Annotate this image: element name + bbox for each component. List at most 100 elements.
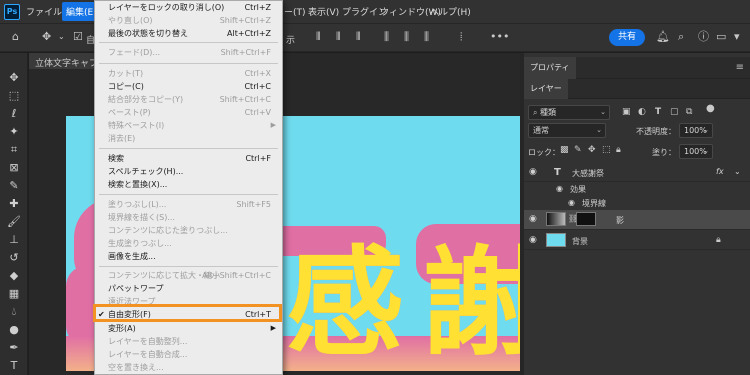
chevron-down-icon[interactable]: ⌄ <box>734 167 741 176</box>
menu-item-stroke[interactable]: 境界線を描く(S)... <box>95 211 282 224</box>
lock-all-icon[interactable]: 🔒︎ <box>616 145 621 155</box>
layer-thumbnail <box>546 233 566 247</box>
layer-effect-item-row[interactable]: ◉ 境界線 <box>524 196 750 210</box>
fill-label: 塗り： <box>652 148 676 157</box>
menu-item-copy-merged[interactable]: 結合部分をコピー(Y) Shift+Ctrl+C <box>95 93 282 106</box>
align-middle-icon[interactable]: ⫼ <box>404 31 409 43</box>
share-button[interactable]: 共有 <box>609 29 645 46</box>
search-icon[interactable]: ⌕ <box>678 31 684 43</box>
move-tool-icon[interactable]: ✥ <box>7 71 21 85</box>
workspace-icon[interactable]: ▭ <box>716 31 726 43</box>
eraser-tool-icon[interactable]: ◆ <box>7 269 21 283</box>
menu-item-paste-special[interactable]: 特殊ペースト(I) ▶ <box>95 119 282 132</box>
filter-shape-icon[interactable]: ▢ <box>670 107 679 117</box>
bell-icon[interactable]: 🔔︎ <box>656 31 670 43</box>
layer-row-selected[interactable]: ◉ ⛓ 影 <box>524 210 750 230</box>
blend-mode-select[interactable]: 通常 ⌄ <box>528 123 606 138</box>
menu-item-redo[interactable]: やり直し(O) Shift+Ctrl+Z <box>95 14 282 27</box>
panels-icon[interactable]: ▾ <box>734 31 740 43</box>
lock-artboard-icon[interactable]: ⬚ <box>602 145 611 155</box>
frame-tool-icon[interactable]: ⊠ <box>7 161 21 175</box>
menu-item-content-aware-fill[interactable]: コンテンツに応じた塗りつぶし... <box>95 224 282 237</box>
healing-brush-tool-icon[interactable]: ✚ <box>7 197 21 211</box>
menu-item-transform[interactable]: 変形(A) ▶ <box>95 322 282 335</box>
lock-image-icon[interactable]: ✎ <box>574 145 582 155</box>
menu-item-undo[interactable]: レイヤーをロックの取り消し(O) Ctrl+Z <box>95 1 282 14</box>
gradient-tool-icon[interactable]: ▦ <box>7 287 21 301</box>
menu-item-fade[interactable]: フェード(D)... Shift+Ctrl+F <box>95 46 282 59</box>
chevron-down-icon: ⌄ <box>596 126 602 134</box>
layer-name: 影 <box>616 216 624 225</box>
menu-item-copy[interactable]: コピー(C) Ctrl+C <box>95 80 282 93</box>
filter-smart-object-icon[interactable]: ⧉ <box>686 107 692 117</box>
type-tool-icon[interactable]: T <box>7 359 21 373</box>
eyedropper-tool-icon[interactable]: ✎ <box>7 179 21 193</box>
filter-adjustment-icon[interactable]: ◐ <box>638 107 646 117</box>
tab-layers[interactable]: レイヤー <box>524 79 568 99</box>
menu-item-puppet-warp[interactable]: パペットワープ <box>95 282 282 295</box>
align-right-icon[interactable]: ⫴ <box>356 31 361 43</box>
chevron-down-icon[interactable]: ⌄ <box>58 31 65 43</box>
menu-item-toggle-last-state[interactable]: 最後の状態を切り替え Alt+Ctrl+Z <box>95 27 282 40</box>
pen-tool-icon[interactable]: ✒ <box>7 341 21 355</box>
align-top-icon[interactable]: ⫼ <box>384 31 389 43</box>
panel-menu-icon[interactable]: ≡ <box>736 62 744 73</box>
align-left-icon[interactable]: ⫴ <box>316 31 321 43</box>
right-panels: プロパティ ≡ レイヤー ⌕ 種類 ⌄ ▣ ◐ T ▢ ⧉ ● 通常 ⌄ 不透明… <box>524 53 750 375</box>
marquee-tool-icon[interactable]: ⬚ <box>7 89 21 103</box>
blur-tool-icon[interactable]: 💧︎ <box>7 305 21 319</box>
menu-item-auto-align-layers[interactable]: レイヤーを自動整列... <box>95 335 282 348</box>
menu-item-fill[interactable]: 塗りつぶし(L)... Shift+F5 <box>95 198 282 211</box>
lock-transparent-icon[interactable]: ▩ <box>560 145 569 155</box>
layer-row[interactable]: ◉ T 大感謝祭 fx ⌄ <box>524 163 750 182</box>
menu-item-generative-fill[interactable]: 生成塗りつぶし... <box>95 237 282 250</box>
menu-item-paste[interactable]: ペースト(P) Ctrl+V <box>95 106 282 119</box>
eye-icon[interactable]: ◉ <box>556 184 563 193</box>
lock-position-icon[interactable]: ✥ <box>588 145 596 155</box>
layer-effect-item-name: 境界線 <box>582 199 606 208</box>
brush-tool-icon[interactable]: 🖌︎ <box>7 215 21 229</box>
home-icon[interactable]: ⌂ <box>12 31 19 43</box>
menu-item-find-replace[interactable]: 検索と置換(X)... <box>95 178 282 191</box>
filter-pixel-icon[interactable]: ▣ <box>622 107 631 117</box>
menu-type[interactable]: ー(T) <box>284 5 306 18</box>
align-bottom-icon[interactable]: ⫼ <box>424 31 429 43</box>
align-center-icon[interactable]: ⫴ <box>336 31 341 43</box>
eye-icon[interactable]: ◉ <box>529 214 537 224</box>
lasso-tool-icon[interactable]: ℓ <box>7 107 21 121</box>
opacity-field[interactable]: 100% ⌄ <box>679 123 713 138</box>
distribute-icon[interactable]: ⦙ <box>460 31 462 43</box>
tab-properties[interactable]: プロパティ <box>524 57 576 79</box>
menu-item-auto-blend-layers[interactable]: レイヤーを自動合成... <box>95 348 282 361</box>
dodge-tool-icon[interactable]: ● <box>7 323 21 337</box>
filter-type-icon[interactable]: T <box>655 107 661 117</box>
menu-view[interactable]: 表示(V) <box>308 5 339 18</box>
stamp-tool-icon[interactable]: ⊥ <box>7 233 21 247</box>
crop-tool-icon[interactable]: ⌗ <box>7 143 21 157</box>
menu-item-spell-check[interactable]: スペルチェック(H)... <box>95 165 282 178</box>
layer-effects-row[interactable]: ◉ 効果 <box>524 182 750 196</box>
menu-help[interactable]: ヘルプ(H) <box>430 5 471 18</box>
layer-filter-select[interactable]: ⌕ 種類 ⌄ <box>528 105 610 120</box>
eye-icon[interactable]: ◉ <box>529 167 537 177</box>
magic-wand-tool-icon[interactable]: ✦ <box>7 125 21 139</box>
fill-field[interactable]: 100% ⌄ <box>679 144 713 159</box>
history-brush-tool-icon[interactable]: ↺ <box>7 251 21 265</box>
menu-separator <box>99 148 278 149</box>
filter-toggle-icon[interactable]: ● <box>706 103 715 114</box>
menu-item-sky-replacement[interactable]: 空を置き換え... <box>95 361 282 374</box>
checkbox-icon[interactable]: ☑ <box>73 31 83 43</box>
more-icon[interactable]: ••• <box>490 31 509 43</box>
blend-mode-value: 通常 <box>533 126 549 135</box>
eye-icon[interactable]: ◉ <box>529 235 537 245</box>
move-icon[interactable]: ✥ <box>42 31 51 43</box>
menu-item-clear[interactable]: 消去(E) <box>95 132 282 145</box>
menu-item-cut[interactable]: カット(T) Ctrl+X <box>95 67 282 80</box>
menu-item-search[interactable]: 検索 Ctrl+F <box>95 152 282 165</box>
layer-row[interactable]: ◉ 背景 🔒︎ <box>524 231 750 250</box>
menu-item-content-aware-scale[interactable]: コンテンツに応じて拡大・縮小 Alt+Shift+Ctrl+C <box>95 269 282 282</box>
fx-badge[interactable]: fx <box>716 167 724 176</box>
menu-item-generate-image[interactable]: 画像を生成... <box>95 250 282 263</box>
eye-icon[interactable]: ◉ <box>568 198 575 207</box>
help-icon[interactable]: ⓘ <box>698 31 709 43</box>
